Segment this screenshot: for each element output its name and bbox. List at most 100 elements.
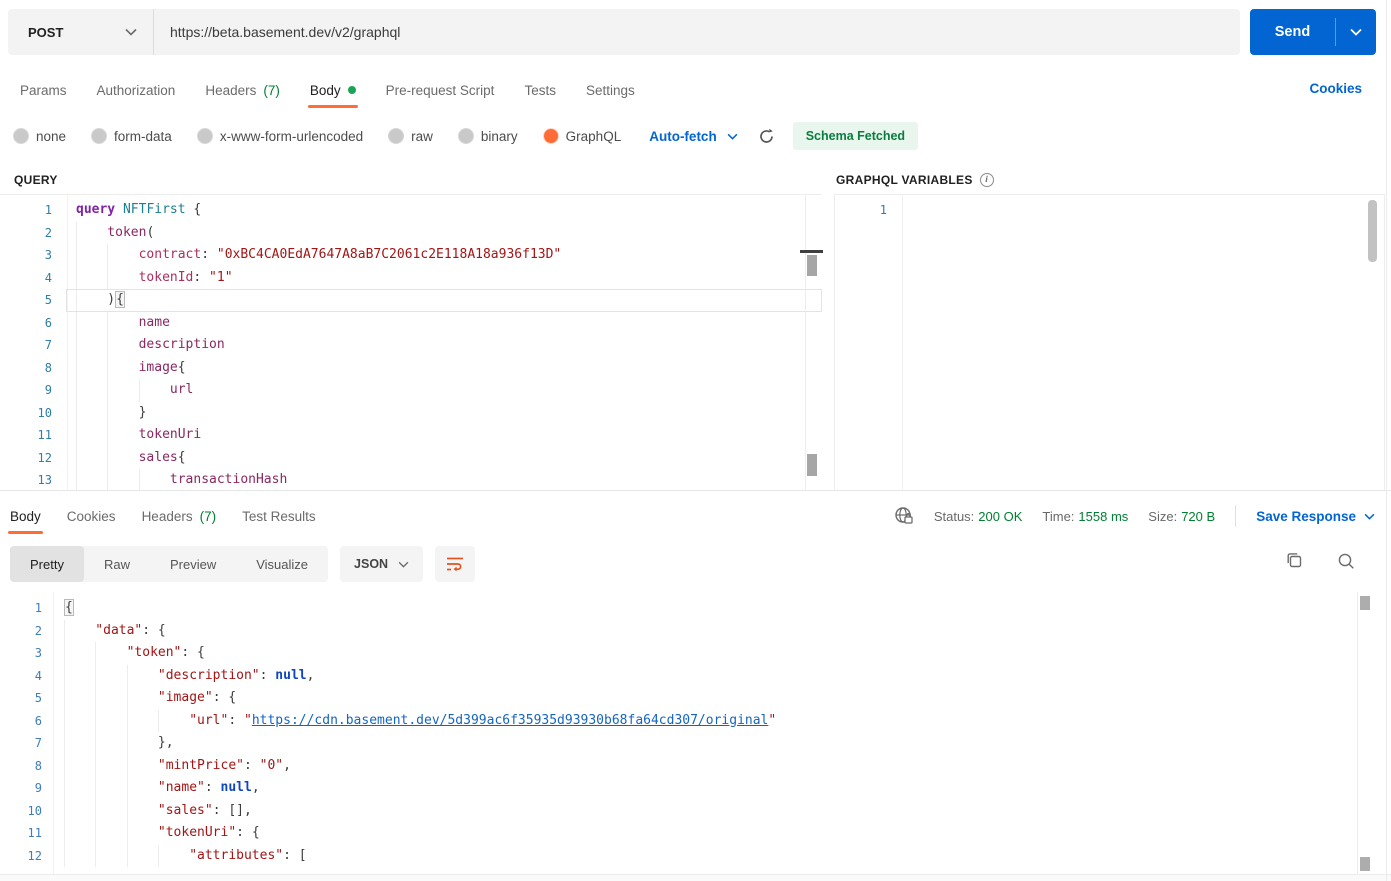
radio-icon	[458, 129, 473, 143]
response-url-link[interactable]: https://cdn.basement.dev/5d399ac6f35935d…	[252, 713, 769, 728]
body-mode-graphql[interactable]: GraphQL	[543, 129, 621, 144]
body-mode-form-data[interactable]: form-data	[92, 129, 172, 144]
code-token: ,	[306, 667, 315, 683]
line-number: 12	[27, 848, 42, 863]
network-lock-icon[interactable]	[894, 506, 914, 526]
code-token: "	[243, 712, 252, 728]
view-raw[interactable]: Raw	[84, 546, 150, 582]
indent-guide	[76, 402, 107, 425]
view-visualize[interactable]: Visualize	[236, 546, 328, 582]
copy-button[interactable]	[1286, 552, 1303, 570]
code-token: "	[768, 712, 777, 728]
body-mode-label: x-www-form-urlencoded	[219, 128, 364, 144]
body-mode-none[interactable]: none	[14, 129, 66, 144]
tab-settings[interactable]: Settings	[586, 72, 635, 108]
code-token: "name"	[157, 780, 205, 795]
tab-cookies[interactable]: Cookies	[67, 498, 116, 534]
tab-pre-request-script[interactable]: Pre-request Script	[386, 72, 495, 108]
code-token: "0"	[259, 757, 284, 773]
code-line: 5 "image": {	[0, 687, 1391, 710]
tab-test-results[interactable]: Test Results	[242, 498, 316, 534]
response-view-toolbar: Pretty Raw Preview Visualize JSON	[10, 546, 476, 582]
chevron-down-icon	[1364, 513, 1375, 520]
code-token: tokenId	[138, 269, 194, 285]
line-number: 11	[27, 826, 42, 840]
radio-icon	[389, 129, 404, 143]
time-value: 1558 ms	[1078, 508, 1129, 524]
body-mode-raw[interactable]: raw	[389, 129, 433, 144]
variables-scrollbar-thumb[interactable]	[1368, 200, 1377, 262]
response-scrollbar-thumb[interactable]	[1360, 857, 1370, 871]
response-meta: Status: 200 OK Time: 1558 ms Size: 720 B Sa…	[894, 498, 1375, 534]
response-scrollbar-track	[1357, 592, 1358, 874]
status-field: Status: 200 OK	[933, 508, 1023, 524]
indent-guide	[95, 822, 126, 845]
tab-body[interactable]: Body	[307, 72, 358, 108]
response-body-editor[interactable]: 1{2 "data": {3 "token": {4 "description": n…	[0, 592, 1391, 874]
line-number: 1	[34, 601, 42, 615]
query-scrollbar-thumb[interactable]	[807, 454, 817, 476]
tab-body[interactable]: Body	[8, 498, 43, 534]
status-value: 200 OK	[978, 508, 1023, 524]
refresh-schema-button[interactable]	[758, 128, 775, 145]
auto-fetch-dropdown[interactable]: Auto-fetch	[649, 129, 738, 144]
size-value: 720 B	[1181, 508, 1216, 524]
indent-guide	[76, 289, 107, 312]
code-content: "name": null,	[52, 777, 1391, 800]
indent-guide	[76, 469, 107, 490]
indent-guide	[107, 447, 138, 470]
code-token: transactionHash	[169, 472, 288, 487]
body-mode-label: none	[36, 128, 67, 144]
radio-icon	[92, 129, 107, 143]
horizontal-scrollbar[interactable]	[0, 874, 1391, 881]
view-preview[interactable]: Preview	[150, 546, 236, 582]
code-content: image{	[66, 357, 822, 380]
line-number: 5	[44, 293, 52, 307]
send-button[interactable]: Send	[1250, 9, 1376, 55]
indent-guide	[76, 222, 107, 245]
tab-label: Authorization	[96, 82, 176, 98]
cookies-link[interactable]: Cookies	[1309, 81, 1362, 96]
code-content: query NFTFirst {	[66, 199, 822, 222]
body-mode-x-www-form-urlencoded[interactable]: x-www-form-urlencoded	[197, 128, 364, 144]
code-token: contract	[138, 247, 202, 262]
indent-guide	[64, 800, 95, 823]
view-pretty[interactable]: Pretty	[10, 546, 84, 582]
search-button[interactable]	[1337, 552, 1355, 570]
radio-icon	[197, 129, 212, 143]
wrap-lines-button[interactable]	[435, 546, 476, 582]
line-number: 3	[34, 646, 42, 660]
code-line: 3 "token": {	[0, 642, 1391, 665]
query-scrollbar-thumb[interactable]	[807, 255, 817, 276]
url-input[interactable]: https://beta.basement.dev/v2/graphql	[154, 24, 1240, 40]
tab-count-badge: (7)	[263, 82, 280, 98]
indent-guide	[95, 642, 126, 665]
indent-guide	[76, 267, 107, 290]
tab-headers[interactable]: Headers (7)	[142, 498, 217, 534]
indent-guide	[127, 822, 158, 845]
code-content: "description": null,	[52, 665, 1391, 688]
send-options-button[interactable]	[1336, 28, 1376, 36]
variables-editor[interactable]: 1	[834, 194, 1385, 490]
save-response-button[interactable]: Save Response	[1256, 509, 1375, 524]
tab-tests[interactable]: Tests	[524, 72, 556, 108]
code-line: 6 "url": "https://cdn.basement.dev/5d399a…	[0, 710, 1391, 733]
request-url-bar: POST https://beta.basement.dev/v2/graphq…	[8, 9, 1240, 55]
code-content: sales{	[66, 447, 822, 470]
tab-headers[interactable]: Headers (7)	[205, 72, 280, 108]
response-scrollbar-thumb[interactable]	[1360, 596, 1370, 610]
tab-params[interactable]: Params	[20, 72, 67, 108]
tab-label: Headers	[141, 508, 193, 524]
indent-guide	[127, 710, 158, 733]
response-tabs: Body Cookies Headers (7) Test Results	[8, 498, 316, 534]
code-content: description	[66, 334, 822, 357]
line-number: 1	[879, 203, 887, 217]
code-token: "0xBC4CA0EdA7647A8aB7C2061c2E118A18a936f…	[216, 247, 562, 262]
code-content: "sales": [],	[52, 800, 1391, 823]
tab-authorization[interactable]: Authorization	[97, 72, 176, 108]
query-editor[interactable]: 1 query NFTFirst {2 token(3 contract: "0xBC…	[0, 194, 822, 490]
format-dropdown[interactable]: JSON	[340, 546, 424, 582]
method-dropdown[interactable]: POST	[8, 9, 154, 55]
body-mode-binary[interactable]: binary	[458, 129, 518, 144]
line-number: 7	[44, 338, 52, 352]
